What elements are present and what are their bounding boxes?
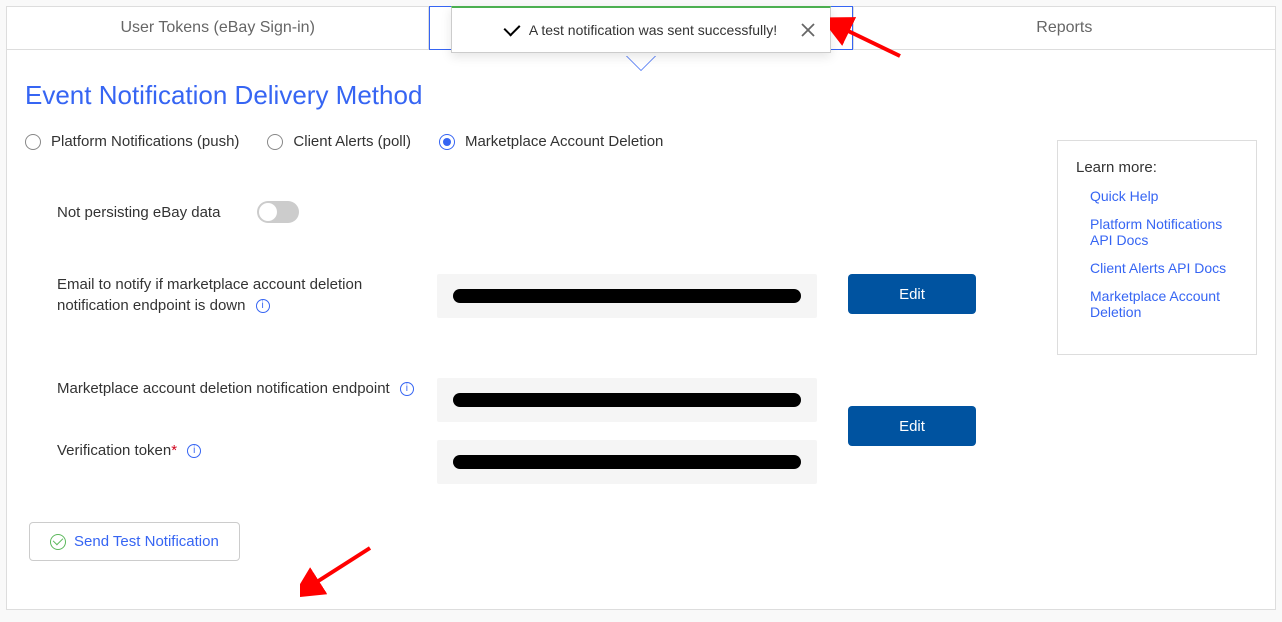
link-marketplace-deletion[interactable]: Marketplace Account Deletion (1076, 288, 1242, 320)
check-circle-icon (50, 534, 66, 550)
radio-label: Marketplace Account Deletion (465, 133, 663, 150)
persist-label: Not persisting eBay data (57, 202, 257, 223)
radio-icon (267, 134, 283, 150)
endpoint-label: Marketplace account deletion notificatio… (57, 378, 437, 399)
tab-label: Reports (1036, 19, 1092, 37)
token-input[interactable] (437, 440, 817, 484)
tab-caret (627, 56, 655, 70)
settings-block: Not persisting eBay data Email to notify… (25, 190, 1035, 484)
radio-icon (439, 134, 455, 150)
toast-notification: A test notification was sent successfull… (451, 6, 831, 53)
info-icon[interactable]: i (187, 444, 201, 458)
send-test-label: Send Test Notification (74, 533, 219, 550)
toast-close-button[interactable] (796, 18, 820, 42)
radio-marketplace-account-deletion[interactable]: Marketplace Account Deletion (439, 133, 663, 150)
radio-client-alerts[interactable]: Client Alerts (poll) (267, 133, 411, 150)
info-icon[interactable]: i (400, 382, 414, 396)
endpoint-label-text: Marketplace account deletion notificatio… (57, 380, 390, 397)
tab-label: User Tokens (eBay Sign-in) (120, 19, 314, 37)
radio-platform-notifications[interactable]: Platform Notifications (push) (25, 133, 239, 150)
tab-user-tokens[interactable]: User Tokens (eBay Sign-in) (6, 6, 429, 50)
token-label: Verification token* i (57, 440, 437, 461)
email-input[interactable] (437, 274, 817, 318)
edit-email-button[interactable]: Edit (848, 274, 976, 314)
learn-more-box: Learn more: Quick Help Platform Notifica… (1057, 140, 1257, 355)
persist-toggle[interactable] (257, 201, 299, 223)
endpoint-input[interactable] (437, 378, 817, 422)
learn-more-heading: Learn more: (1076, 159, 1242, 176)
radio-icon (25, 134, 41, 150)
token-label-text: Verification token (57, 442, 171, 459)
link-platform-docs[interactable]: Platform Notifications API Docs (1076, 216, 1242, 248)
link-quick-help[interactable]: Quick Help (1076, 188, 1242, 204)
page-title: Event Notification Delivery Method (25, 80, 1257, 111)
main-panel: Event Notification Delivery Method Platf… (6, 50, 1276, 610)
email-label: Email to notify if marketplace account d… (57, 274, 437, 316)
email-label-text: Email to notify if marketplace account d… (57, 276, 362, 314)
link-client-alerts-docs[interactable]: Client Alerts API Docs (1076, 260, 1242, 276)
info-icon[interactable]: i (256, 299, 270, 313)
required-star: * (171, 442, 177, 459)
check-icon (503, 20, 520, 37)
close-icon (801, 23, 815, 37)
toast-message: A test notification was sent successfull… (529, 22, 777, 38)
radio-label: Client Alerts (poll) (293, 133, 411, 150)
radio-label: Platform Notifications (push) (51, 133, 239, 150)
tab-reports[interactable]: Reports (853, 6, 1276, 50)
edit-endpoint-button[interactable]: Edit (848, 406, 976, 446)
send-test-notification-button[interactable]: Send Test Notification (29, 522, 240, 561)
